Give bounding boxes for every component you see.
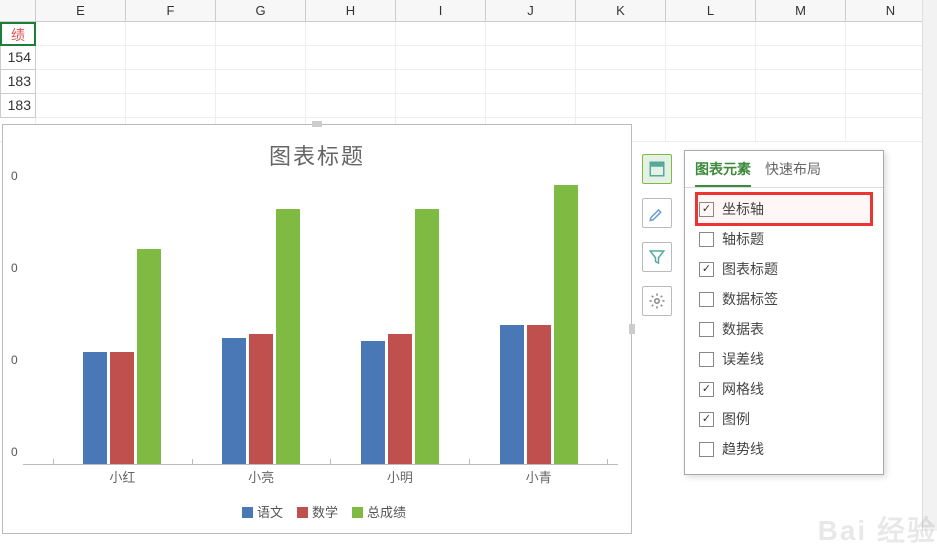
bar-数学[interactable] (110, 352, 134, 464)
watermark: Bai 经验 (818, 509, 937, 549)
resize-handle-top[interactable] (312, 121, 322, 127)
spreadsheet-grid[interactable]: EFGHIJKLMN 绩 154183183 (0, 0, 937, 130)
legend-swatch (297, 507, 308, 518)
category-label: 小青 (469, 467, 608, 486)
bar-group[interactable]: 小青 (469, 185, 608, 464)
col-header-I[interactable]: I (396, 0, 486, 21)
checkbox-icon[interactable] (699, 232, 714, 247)
resize-handle-right[interactable] (629, 324, 635, 334)
tab-快速布局[interactable]: 快速布局 (765, 159, 821, 187)
bar-总成绩[interactable] (554, 185, 578, 464)
col-header-K[interactable]: K (576, 0, 666, 21)
option-图例[interactable]: ✓ 图例 (697, 404, 871, 434)
tab-图表元素[interactable]: 图表元素 (695, 159, 751, 187)
option-网格线[interactable]: ✓ 网格线 (697, 374, 871, 404)
col-header-G[interactable]: G (216, 0, 306, 21)
column-headers: EFGHIJKLMN (0, 0, 937, 22)
checkbox-icon[interactable] (699, 322, 714, 337)
cell[interactable]: 183 (0, 70, 36, 94)
option-坐标轴[interactable]: ✓ 坐标轴 (697, 194, 871, 224)
legend-label[interactable]: 数学 (312, 505, 338, 520)
option-label: 图例 (722, 409, 750, 429)
option-图表标题[interactable]: ✓ 图表标题 (697, 254, 871, 284)
col-header-F[interactable]: F (126, 0, 216, 21)
option-误差线[interactable]: 误差线 (697, 344, 871, 374)
chart-title[interactable]: 图表标题 (3, 139, 631, 171)
bar-总成绩[interactable] (415, 209, 439, 464)
bar-语文[interactable] (361, 341, 385, 464)
col-header-J[interactable]: J (486, 0, 576, 21)
checkbox-icon[interactable]: ✓ (699, 412, 714, 427)
category-label: 小明 (331, 467, 470, 486)
option-label: 数据标签 (722, 289, 778, 309)
filter-button[interactable] (642, 242, 672, 272)
option-label: 网格线 (722, 379, 764, 399)
chart-elements-popup: 图表元素快速布局 ✓ 坐标轴轴标题 ✓ 图表标题数据标签数据表误差线 ✓ 网格线 ✓ 图例趋势… (684, 150, 884, 475)
legend-label[interactable]: 总成绩 (367, 505, 406, 520)
bar-数学[interactable] (388, 334, 412, 464)
popup-list: ✓ 坐标轴轴标题 ✓ 图表标题数据标签数据表误差线 ✓ 网格线 ✓ 图例趋势线 (685, 188, 883, 474)
option-label: 轴标题 (722, 229, 764, 249)
checkbox-icon[interactable]: ✓ (699, 262, 714, 277)
bar-总成绩[interactable] (137, 249, 161, 464)
y-tick: 0 (11, 261, 18, 275)
elements-button[interactable] (642, 154, 672, 184)
settings-button[interactable] (642, 286, 672, 316)
checkbox-icon[interactable] (699, 442, 714, 457)
bar-数学[interactable] (249, 334, 273, 464)
selected-cell[interactable]: 绩 (0, 22, 36, 46)
chart-side-buttons (642, 154, 672, 330)
option-label: 误差线 (722, 349, 764, 369)
chart-object[interactable]: 图表标题 0000 小红小亮小明小青 语文数学总成绩 (2, 124, 632, 534)
chart-legend[interactable]: 语文 数学 总成绩 (3, 502, 631, 521)
plot-area[interactable]: 0000 小红小亮小明小青 (23, 185, 618, 465)
cell[interactable]: 183 (0, 94, 36, 118)
bar-group[interactable]: 小红 (53, 185, 192, 464)
legend-swatch (352, 507, 363, 518)
option-label: 图表标题 (722, 259, 778, 279)
option-数据标签[interactable]: 数据标签 (697, 284, 871, 314)
bar-数学[interactable] (527, 325, 551, 465)
data-column[interactable]: 154183183 (0, 46, 36, 118)
bar-语文[interactable] (83, 352, 107, 464)
vertical-scrollbar[interactable] (922, 0, 937, 531)
bar-总成绩[interactable] (276, 209, 300, 464)
option-趋势线[interactable]: 趋势线 (697, 434, 871, 464)
option-数据表[interactable]: 数据表 (697, 314, 871, 344)
popup-tabs: 图表元素快速布局 (685, 151, 883, 188)
checkbox-icon[interactable] (699, 292, 714, 307)
checkbox-icon[interactable] (699, 352, 714, 367)
bar-语文[interactable] (222, 338, 246, 464)
col-header-L[interactable]: L (666, 0, 756, 21)
col-header-M[interactable]: M (756, 0, 846, 21)
col-header-[interactable] (0, 0, 36, 21)
grid-icon (648, 160, 666, 178)
checkbox-icon[interactable]: ✓ (699, 382, 714, 397)
legend-swatch (242, 507, 253, 518)
col-header-E[interactable]: E (36, 0, 126, 21)
bar-group[interactable]: 小明 (331, 185, 470, 464)
option-label: 数据表 (722, 319, 764, 339)
bar-group[interactable]: 小亮 (192, 185, 331, 464)
gear-icon (648, 292, 666, 310)
bar-语文[interactable] (500, 325, 524, 465)
option-轴标题[interactable]: 轴标题 (697, 224, 871, 254)
option-label: 坐标轴 (722, 199, 764, 219)
brush-icon (648, 204, 666, 222)
category-label: 小红 (53, 467, 192, 486)
checkbox-icon[interactable]: ✓ (699, 202, 714, 217)
funnel-icon (648, 248, 666, 266)
cell[interactable]: 154 (0, 46, 36, 70)
y-tick: 0 (11, 445, 18, 459)
y-tick: 0 (11, 353, 18, 367)
option-label: 趋势线 (722, 439, 764, 459)
y-tick: 0 (11, 169, 18, 183)
category-label: 小亮 (192, 467, 331, 486)
legend-label[interactable]: 语文 (257, 505, 283, 520)
styles-button[interactable] (642, 198, 672, 228)
col-header-H[interactable]: H (306, 0, 396, 21)
